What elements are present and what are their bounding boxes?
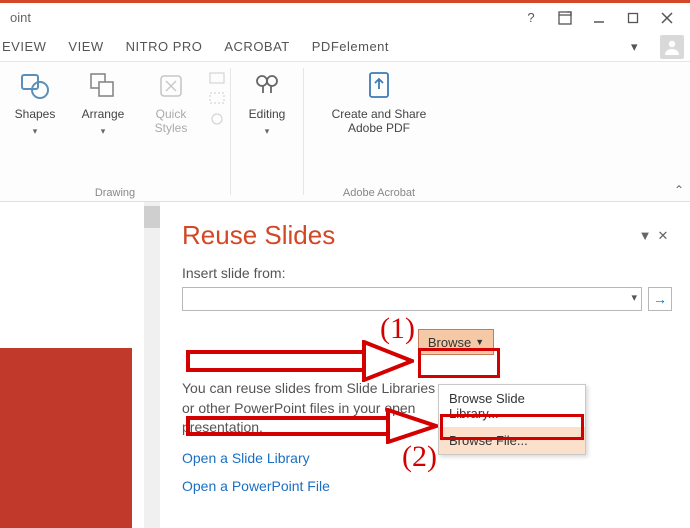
reuse-slides-pane: Reuse Slides ▼ ✕ Insert slide from: ▾ → …	[160, 202, 690, 528]
shape-outline-icon	[209, 92, 225, 106]
info-text: You can reuse slides from Slide Librarie…	[182, 379, 442, 438]
pane-options-icon[interactable]: ▼	[636, 228, 654, 243]
account-dropdown[interactable]: ▾	[631, 39, 638, 55]
browse-slide-library-item[interactable]: Browse Slide Library...	[439, 385, 585, 427]
shapes-button[interactable]: Shapes ▾	[5, 68, 65, 137]
arrange-icon	[85, 68, 121, 104]
open-slide-library-link[interactable]: Open a Slide Library	[182, 450, 672, 466]
minimize-button[interactable]	[582, 6, 616, 30]
quick-styles-icon	[153, 68, 189, 104]
acrobat-group-label: Adobe Acrobat	[312, 183, 446, 199]
browse-button[interactable]: Browse ▼	[418, 329, 494, 355]
slide-canvas-area	[0, 202, 160, 528]
chevron-down-icon: ▾	[631, 291, 637, 304]
tab-review[interactable]: EVIEW	[2, 39, 46, 54]
window-title: oint	[6, 10, 514, 25]
scroll-thumb[interactable]	[144, 206, 160, 228]
shapes-label: Shapes	[15, 108, 56, 122]
maximize-button[interactable]	[616, 6, 650, 30]
quick-styles-button[interactable]: Quick Styles	[141, 68, 201, 136]
shapes-icon	[17, 68, 53, 104]
tab-pdfelement[interactable]: PDFelement	[312, 39, 389, 54]
arrange-button[interactable]: Arrange ▾	[73, 68, 133, 137]
tab-view[interactable]: VIEW	[68, 39, 103, 54]
close-button[interactable]	[650, 6, 684, 30]
vertical-scrollbar[interactable]	[144, 202, 160, 528]
find-icon	[249, 68, 285, 104]
go-button[interactable]: →	[648, 287, 672, 311]
browse-label: Browse	[428, 335, 471, 350]
collapse-ribbon-icon[interactable]: ⌃	[674, 183, 684, 197]
browse-menu: Browse Slide Library... Browse File...	[438, 384, 586, 455]
editing-label: Editing	[249, 108, 286, 122]
browse-file-item[interactable]: Browse File...	[439, 427, 585, 454]
open-powerpoint-file-link[interactable]: Open a PowerPoint File	[182, 478, 672, 494]
slide-preview[interactable]	[0, 348, 132, 528]
insert-from-label: Insert slide from:	[182, 265, 672, 281]
create-share-pdf-button[interactable]: Create and Share Adobe PDF	[314, 68, 444, 136]
drawing-group-label: Drawing	[8, 183, 222, 199]
create-share-label: Create and Share Adobe PDF	[332, 108, 427, 136]
user-avatar[interactable]	[660, 35, 684, 59]
title-bar: oint ?	[0, 0, 690, 32]
tab-acrobat[interactable]: ACROBAT	[224, 39, 289, 54]
pdf-icon	[361, 68, 397, 104]
ribbon-display-button[interactable]	[548, 6, 582, 30]
caret-down-icon: ▼	[475, 337, 484, 347]
ribbon: Shapes ▾ Arrange ▾ Quick Styles	[0, 62, 690, 202]
shape-fill-icon	[209, 72, 225, 86]
pane-close-icon[interactable]: ✕	[654, 228, 672, 244]
tab-nitro[interactable]: NITRO PRO	[126, 39, 203, 54]
pane-title: Reuse Slides	[182, 220, 636, 251]
help-button[interactable]: ?	[514, 6, 548, 30]
editing-button[interactable]: Editing ▾	[237, 68, 297, 137]
arrange-label: Arrange	[82, 108, 125, 122]
quick-styles-label: Quick Styles	[155, 108, 188, 136]
ribbon-tabs: EVIEW VIEW NITRO PRO ACROBAT PDFelement …	[0, 32, 690, 62]
insert-from-combo[interactable]: ▾	[182, 287, 642, 311]
shape-effects-icon	[209, 112, 225, 126]
